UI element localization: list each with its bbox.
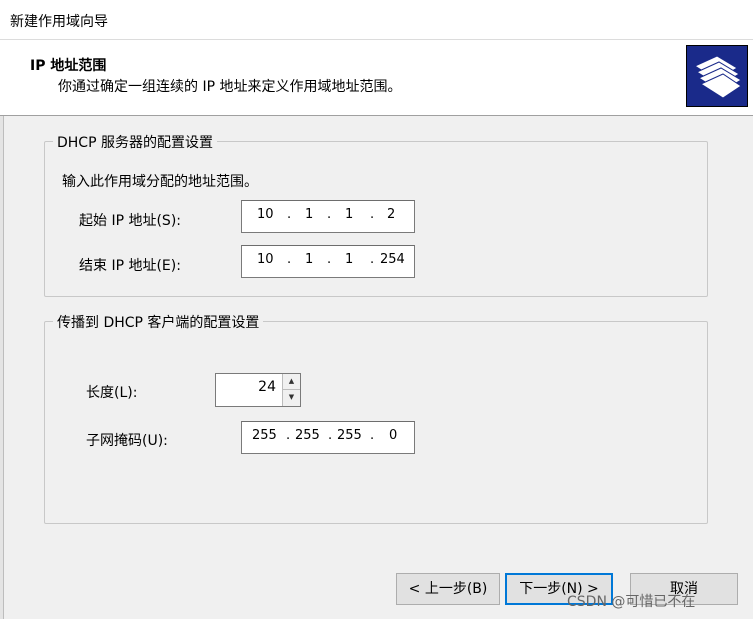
server-config-legend: DHCP 服务器的配置设置 xyxy=(53,132,217,152)
spinner-buttons: ▲ ▼ xyxy=(282,374,300,406)
start-ip-octet-4[interactable]: 2 xyxy=(387,207,395,222)
mask-octet-4[interactable]: 0 xyxy=(389,428,397,443)
end-ip-octet-4[interactable]: 254 xyxy=(380,252,405,267)
end-ip-octet-1[interactable]: 10 xyxy=(257,252,274,267)
end-ip-input[interactable]: 10 . 1 . 1 . 254 xyxy=(241,245,415,278)
end-ip-octet-2[interactable]: 1 xyxy=(305,252,313,267)
start-ip-input[interactable]: 10 . 1 . 1 . 2 xyxy=(241,200,415,233)
window-edge xyxy=(0,116,4,619)
mask-octet-1[interactable]: 255 xyxy=(252,428,277,443)
header-title: IP 地址范围 xyxy=(30,58,107,74)
start-ip-octet-1[interactable]: 10 xyxy=(257,207,274,222)
wizard-header: IP 地址范围 你通过确定一组连续的 IP 地址来定义作用域地址范围。 xyxy=(0,40,753,116)
start-ip-octet-2[interactable]: 1 xyxy=(305,207,313,222)
length-value[interactable]: 24 xyxy=(258,379,276,395)
window-title: 新建作用域向导 xyxy=(10,14,108,30)
subnet-mask-label: 子网掩码(U): xyxy=(86,433,168,449)
folders-icon xyxy=(686,45,748,107)
range-instruction: 输入此作用域分配的地址范围。 xyxy=(62,174,258,190)
arrow-up-icon[interactable]: ▲ xyxy=(283,374,300,390)
header-subtitle: 你通过确定一组连续的 IP 地址来定义作用域地址范围。 xyxy=(58,79,402,95)
mask-octet-2[interactable]: 255 xyxy=(295,428,320,443)
start-ip-octet-3[interactable]: 1 xyxy=(345,207,353,222)
title-bar: 新建作用域向导 xyxy=(0,0,753,40)
subnet-mask-input[interactable]: 255 . 255 . 255 . 0 xyxy=(241,421,415,454)
watermark: CSDN @可惜已不在 xyxy=(567,594,696,610)
arrow-down-icon[interactable]: ▼ xyxy=(283,390,300,406)
mask-octet-3[interactable]: 255 xyxy=(337,428,362,443)
end-ip-octet-3[interactable]: 1 xyxy=(345,252,353,267)
end-ip-label: 结束 IP 地址(E): xyxy=(79,258,181,274)
client-config-legend: 传播到 DHCP 客户端的配置设置 xyxy=(53,312,264,332)
back-button[interactable]: < 上一步(B) xyxy=(396,573,500,605)
length-label: 长度(L): xyxy=(86,385,138,401)
length-spinner[interactable]: 24 ▲ ▼ xyxy=(215,373,301,407)
start-ip-label: 起始 IP 地址(S): xyxy=(79,213,181,229)
